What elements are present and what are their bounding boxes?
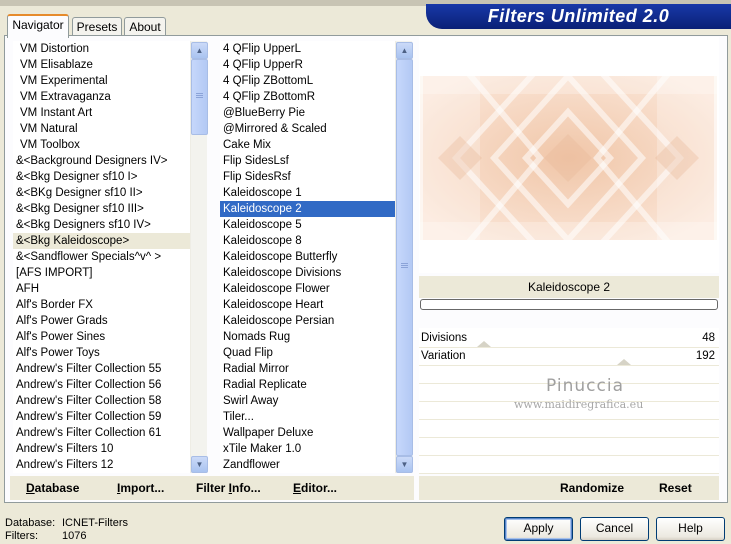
list-item[interactable]: &<Bkg Kaleidoscope> [13, 233, 191, 249]
param-label: Variation [421, 350, 466, 362]
tab-presets[interactable]: Presets [72, 17, 122, 36]
scroll-up-icon[interactable]: ▲ [191, 42, 208, 59]
list-item[interactable]: Nomads Rug [220, 329, 396, 345]
list-item[interactable]: Wallpaper Deluxe [220, 425, 396, 441]
selected-filter-name: Kaleidoscope 2 [419, 276, 719, 298]
list-item[interactable]: Flip SidesRsf [220, 169, 396, 185]
list-item[interactable]: Andrew's Filter Collection 61 [13, 425, 191, 441]
param-label: Divisions [421, 332, 468, 344]
scroll-thumb[interactable] [191, 59, 208, 135]
list-item[interactable]: Tiler... [220, 409, 396, 425]
list-item[interactable]: Zandflower [220, 457, 396, 473]
list-item[interactable]: [AFS IMPORT] [13, 265, 191, 281]
list-item[interactable]: Cake Mix [220, 137, 396, 153]
randomize-button[interactable]: Randomize [560, 481, 624, 495]
list-item[interactable]: &<Background Designers IV> [13, 153, 191, 169]
database-button[interactable]: Database [26, 481, 79, 495]
cancel-button[interactable]: Cancel [580, 517, 649, 541]
help-button[interactable]: Help [656, 517, 725, 541]
scroll-thumb[interactable] [396, 59, 413, 456]
list-item[interactable]: Andrew's Filter Collection 56 [13, 377, 191, 393]
list-item[interactable]: @BlueBerry Pie [220, 105, 396, 121]
list-item[interactable]: Alf's Border FX [13, 297, 191, 313]
scroll-up-icon[interactable]: ▲ [396, 42, 413, 59]
list-item[interactable]: xTile Maker 1.0 [220, 441, 396, 457]
param-row-variation[interactable]: Variation 192 [419, 348, 719, 366]
param-row-empty [419, 438, 719, 456]
category-scrollbar[interactable]: ▲ ▼ [190, 41, 208, 473]
param-row-empty [419, 456, 719, 474]
list-item[interactable]: 4 QFlip UpperR [220, 57, 396, 73]
watermark-logo: Pinuccia [546, 376, 624, 396]
list-item[interactable]: 4 QFlip UpperL [220, 41, 396, 57]
param-value: 48 [702, 332, 715, 344]
list-item[interactable]: AFH [13, 281, 191, 297]
list-item[interactable]: &<Bkg Designers sf10 IV> [13, 217, 191, 233]
list-item[interactable]: @Mirrored & Scaled [220, 121, 396, 137]
list-item[interactable]: Kaleidoscope Butterfly [220, 249, 396, 265]
list-item[interactable]: Andrew's Filter Collection 55 [13, 361, 191, 377]
list-item[interactable]: Andrew's Filter Collection 58 [13, 393, 191, 409]
list-item[interactable]: &<Bkg Designer sf10 I> [13, 169, 191, 185]
list-item[interactable]: Kaleidoscope 1 [220, 185, 396, 201]
list-item[interactable]: Kaleidoscope Divisions [220, 265, 396, 281]
list-item[interactable]: VM Experimental [13, 73, 191, 89]
list-item[interactable]: Kaleidoscope Heart [220, 297, 396, 313]
watermark-url: www.maidiregrafica.eu [514, 398, 644, 411]
list-item[interactable]: VM Toolbox [13, 137, 191, 153]
list-item[interactable]: Andrew's Filters 10 [13, 441, 191, 457]
editor-button[interactable]: Editor... [293, 481, 337, 495]
list-item[interactable]: Andrew's Filters 12 [13, 457, 191, 473]
slider-marker-icon[interactable] [476, 341, 491, 347]
list-item[interactable]: Quad Flip [220, 345, 396, 361]
apply-button[interactable]: Apply [504, 517, 573, 541]
list-item[interactable]: 4 QFlip ZBottomR [220, 89, 396, 105]
list-item[interactable]: VM Distortion [13, 41, 191, 57]
list-item[interactable]: Kaleidoscope 8 [220, 233, 396, 249]
progress-bar [420, 299, 718, 310]
scroll-down-icon[interactable]: ▼ [396, 456, 413, 473]
param-value: 192 [695, 350, 715, 362]
list-item[interactable]: VM Instant Art [13, 105, 191, 121]
list-item[interactable]: Swirl Away [220, 393, 396, 409]
database-value: ICNET-Filters [62, 517, 128, 529]
list-item[interactable]: Alf's Power Toys [13, 345, 191, 361]
list-item[interactable]: Kaleidoscope Persian [220, 313, 396, 329]
filter-scrollbar[interactable]: ▲ ▼ [395, 41, 413, 473]
import-button[interactable]: Import... [117, 481, 164, 495]
tab-about[interactable]: About [124, 17, 166, 36]
filter-list[interactable]: 4 QFlip UpperL 4 QFlip UpperR 4 QFlip ZBot… [220, 41, 396, 473]
app-title-banner: Filters Unlimited 2.0 [426, 4, 731, 29]
filters-count-label: Filters: [5, 530, 38, 542]
tab-navigator[interactable]: Navigator [7, 14, 69, 38]
reset-button[interactable]: Reset [659, 481, 692, 495]
scroll-down-icon[interactable]: ▼ [191, 456, 208, 473]
category-list[interactable]: VM Distortion VM Elisablaze VM Experimenta… [13, 41, 191, 473]
list-item[interactable]: Andrew's Filter Collection 59 [13, 409, 191, 425]
param-row-empty [419, 420, 719, 438]
list-item[interactable]: Kaleidoscope 2 [220, 201, 396, 217]
preview-image [420, 76, 717, 240]
list-item[interactable]: &<Sandflower Specials^v^ > [13, 249, 191, 265]
database-label: Database: [5, 517, 56, 529]
filters-count-value: 1076 [62, 530, 87, 542]
list-item[interactable]: Radial Mirror [220, 361, 396, 377]
list-item[interactable]: Radial Replicate [220, 377, 396, 393]
list-item[interactable]: 4 QFlip ZBottomL [220, 73, 396, 89]
list-item[interactable]: Alf's Power Grads [13, 313, 191, 329]
list-item[interactable]: VM Natural [13, 121, 191, 137]
list-item[interactable]: Flip SidesLsf [220, 153, 396, 169]
filter-info-button[interactable]: Filter Info... [196, 481, 261, 495]
list-item[interactable]: VM Extravaganza [13, 89, 191, 105]
param-row-divisions[interactable]: Divisions 48 [419, 330, 719, 348]
list-item[interactable]: VM Elisablaze [13, 57, 191, 73]
list-item[interactable]: &<Bkg Designer sf10 III> [13, 201, 191, 217]
slider-marker-icon[interactable] [616, 359, 631, 365]
list-item[interactable]: Kaleidoscope Flower [220, 281, 396, 297]
list-item[interactable]: &<BKg Designer sf10 II> [13, 185, 191, 201]
list-item[interactable]: Alf's Power Sines [13, 329, 191, 345]
list-item[interactable]: Kaleidoscope 5 [220, 217, 396, 233]
